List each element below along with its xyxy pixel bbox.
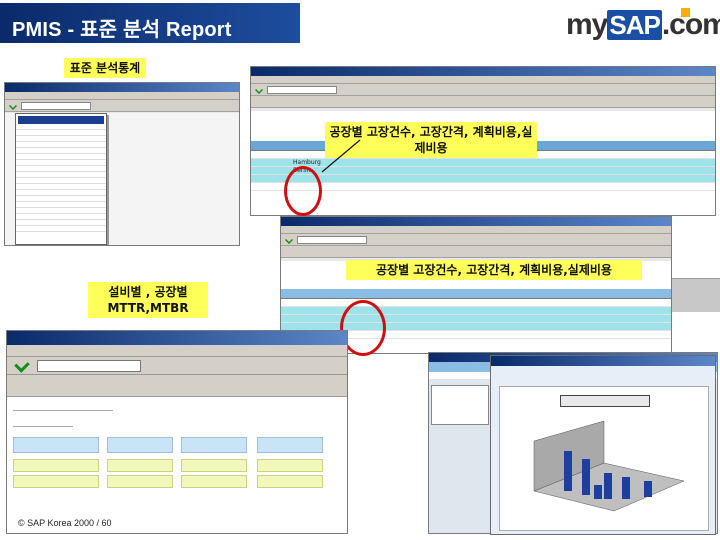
title-band: PMIS - 표준 분석 Report — [0, 3, 300, 43]
data-cell[interactable] — [13, 475, 99, 488]
data-cell[interactable] — [257, 459, 323, 472]
table-row[interactable]: Berlin — [251, 167, 715, 175]
window-toolbar-2 — [251, 96, 715, 108]
chart-bar — [594, 485, 602, 499]
command-field[interactable] — [297, 236, 367, 244]
check-icon — [255, 86, 263, 94]
dropdown-item[interactable] — [16, 226, 106, 232]
dropdown-item-selected[interactable] — [18, 116, 104, 124]
callout-plant-failures-2: 공장별 고장건수, 고장간격, 계획비용,실제비용 — [346, 260, 642, 280]
highlight-ellipse-1 — [284, 166, 322, 216]
check-icon — [9, 102, 17, 110]
data-cell[interactable] — [181, 475, 247, 488]
chart-bar — [582, 459, 590, 495]
data-cell[interactable] — [107, 459, 173, 472]
window-body — [7, 397, 347, 533]
chart-bar — [644, 481, 652, 497]
callout-plant-failures-1: 공장별 고장건수, 고장간격, 계획비용,실제비용 — [325, 122, 537, 158]
left-tree — [431, 385, 489, 425]
chart-area — [499, 386, 709, 531]
window-body — [5, 113, 239, 245]
window-toolbar-2 — [7, 375, 347, 397]
command-field[interactable] — [21, 102, 91, 110]
command-field[interactable] — [267, 86, 337, 94]
window-menubar — [7, 345, 347, 357]
chart-bar — [604, 473, 612, 499]
window-toolbar — [281, 234, 671, 246]
window-toolbar — [5, 100, 239, 112]
screenshot-equipment-window — [6, 330, 348, 534]
window-titlebar — [7, 331, 347, 345]
window-titlebar — [281, 217, 671, 226]
window-toolbar — [7, 357, 347, 375]
chart-3d-bars — [533, 420, 685, 512]
logo-brand: SAP — [607, 10, 662, 40]
callout-standard-analysis: 표준 분석통계 — [64, 58, 146, 78]
callout-equipment-mttr: 설비별 , 공장별 MTTR,MTBR — [88, 282, 208, 318]
chart-titlebar — [491, 356, 715, 366]
check-icon — [285, 236, 293, 244]
window-menubar — [5, 92, 239, 100]
logo-suffix: .com — [661, 8, 720, 41]
chart-bar — [564, 451, 572, 491]
callout-equipment-mttr-text: 설비별 , 공장별 MTTR,MTBR — [107, 285, 189, 315]
command-field[interactable] — [37, 360, 141, 372]
slide-title: PMIS - 표준 분석 Report — [12, 19, 232, 41]
footer-copyright: © SAP Korea 2000 / 60 — [18, 518, 112, 528]
check-icon — [14, 357, 30, 373]
window-toolbar — [251, 84, 715, 96]
chart-bar — [622, 477, 630, 499]
window-titlebar — [251, 67, 715, 76]
data-cell[interactable] — [181, 459, 247, 472]
dropdown-menu — [15, 113, 107, 245]
data-cell[interactable] — [13, 459, 99, 472]
column-header-mtbr — [181, 437, 247, 453]
side-panel-fragment — [672, 278, 720, 312]
logo-prefix: my — [566, 8, 608, 41]
window-titlebar — [5, 83, 239, 92]
table-row[interactable] — [281, 299, 671, 307]
column-header-mttr — [107, 437, 173, 453]
row-label-hamburg: Hamburg — [293, 159, 321, 166]
chart-window — [490, 355, 716, 535]
mysap-logo: mySAP.com — [566, 8, 720, 42]
window-menubar — [281, 226, 671, 234]
data-cell[interactable] — [107, 475, 173, 488]
filter-row — [13, 405, 113, 411]
slide-header: PMIS - 표준 분석 Report mySAP.com — [0, 0, 720, 50]
table-header — [281, 289, 671, 299]
logo-square-icon — [681, 8, 690, 17]
window-menubar — [251, 76, 715, 84]
column-header-equipment — [13, 437, 99, 453]
column-header-count — [257, 437, 323, 453]
table-row[interactable] — [281, 307, 671, 315]
data-cell[interactable] — [257, 475, 323, 488]
filter-row — [13, 421, 73, 427]
window-toolbar-2 — [281, 246, 671, 258]
screenshot-menu-window — [4, 82, 240, 246]
table-row[interactable]: Hamburg — [251, 159, 715, 167]
